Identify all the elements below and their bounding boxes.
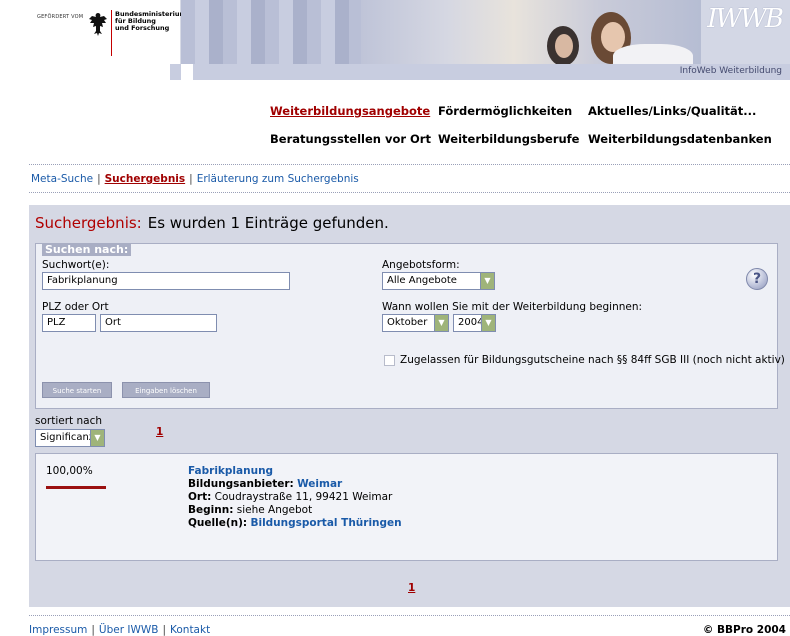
subnav-suchergebnis[interactable]: Suchergebnis: [105, 173, 186, 185]
nav-item-weiterbildungsberufe[interactable]: Weiterbildungsberufe: [438, 132, 579, 146]
breadcrumb: Meta-Suche | Suchergebnis | Erläuterung zum …: [31, 173, 359, 185]
location-label: PLZ oder Ort: [42, 301, 109, 313]
sort-select[interactable]: Significanz ▼: [35, 429, 105, 447]
divider: [29, 615, 790, 616]
person-shirt: [613, 44, 693, 64]
iwwb-logo-area[interactable]: IWWB: [701, 0, 790, 64]
result-panel: Suchergebnis: Es wurden 1 Einträge gefund…: [29, 205, 790, 607]
keyword-input[interactable]: Fabrikplanung: [42, 272, 290, 290]
start-label: Beginn:: [188, 504, 234, 516]
copyright: © BBPro 2004: [702, 624, 786, 636]
header-banner: GEFÖRDERT VOM Bundesministerium für Bild…: [0, 0, 790, 80]
chevron-down-icon: ▼: [434, 315, 448, 331]
year-select[interactable]: 2004 ▼: [453, 314, 496, 332]
nav-item-foerdermoeglichkeiten[interactable]: Fördermöglichkeiten: [438, 104, 572, 118]
offer-select[interactable]: Alle Angebote ▼: [382, 272, 495, 290]
divider: [29, 192, 790, 193]
entry-provider: Bildungsanbieter: Weimar: [188, 478, 402, 491]
start-label: Wann wollen Sie mit der Weiterbildung be…: [382, 301, 643, 313]
footer-kontakt-link[interactable]: Kontakt: [170, 624, 210, 636]
list-item: Fabrikplanung Bildungsanbieter: Weimar O…: [188, 465, 402, 530]
search-legend: Suchen nach:: [42, 243, 132, 256]
bmbf-logo[interactable]: GEFÖRDERT VOM Bundesministerium für Bild…: [29, 0, 186, 64]
divider: [29, 164, 790, 165]
offer-label: Angebotsform:: [382, 259, 460, 271]
result-heading: Suchergebnis: Es wurden 1 Einträge gefund…: [35, 214, 389, 232]
result-heading-label: Suchergebnis:: [35, 214, 142, 232]
header-strip-left: [0, 64, 170, 80]
search-start-button[interactable]: Suche starten: [42, 382, 112, 398]
sort-select-value: Significanz: [40, 432, 95, 443]
subnav-separator: |: [189, 173, 193, 185]
relevance-bar-fill: [46, 486, 106, 489]
year-select-value: 2004: [458, 317, 484, 328]
chevron-down-icon: ▼: [90, 430, 104, 446]
pagination-page-top[interactable]: 1: [156, 426, 163, 438]
subnav-erlaeuterung[interactable]: Erläuterung zum Suchergebnis: [197, 173, 359, 185]
relevance-score: 100,00%: [46, 465, 93, 477]
chevron-down-icon: ▼: [480, 273, 494, 289]
federal-eagle-icon: [89, 13, 107, 36]
help-icon[interactable]: ?: [746, 268, 768, 290]
footer-ueber-link[interactable]: Über IWWB: [99, 624, 159, 636]
nav-item-weiterbildungsdatenbanken[interactable]: Weiterbildungsdatenbanken: [588, 132, 772, 146]
location-label: Ort:: [188, 491, 212, 503]
banner-photo: [361, 0, 701, 64]
ort-input[interactable]: Ort: [100, 314, 217, 332]
iwwb-logo: IWWB: [707, 4, 784, 34]
footer-separator: |: [162, 624, 166, 636]
source-label: Quelle(n):: [188, 517, 248, 529]
entry-source: Quelle(n): Bildungsportal Thüringen: [188, 517, 402, 530]
location-value: Coudraystraße 11, 99421 Weimar: [214, 491, 393, 503]
gefoerdert-label: GEFÖRDERT VOM: [37, 14, 84, 20]
pagination-page-bottom[interactable]: 1: [408, 582, 415, 594]
search-form: Suchen nach: Suchwort(e): Fabrikplanung …: [35, 243, 785, 409]
subnav-meta-suche[interactable]: Meta-Suche: [31, 173, 93, 185]
infoweb-label: InfoWeb Weiterbildung: [679, 66, 782, 76]
voucher-checkbox[interactable]: [384, 355, 395, 366]
nav-item-aktuelles[interactable]: Aktuelles/Links/Qualität...: [588, 104, 756, 118]
result-list: 100,00% Fabrikplanung Bildungsanbieter: …: [35, 453, 778, 561]
voucher-label: Zugelassen für Bildungsgutscheine nach §…: [400, 354, 785, 366]
provider-label: Bildungsanbieter:: [188, 478, 294, 490]
entry-start: Beginn: siehe Angebot: [188, 504, 402, 517]
provider-link[interactable]: Weimar: [297, 478, 342, 490]
footer-impressum-link[interactable]: Impressum: [29, 624, 87, 636]
entry-location: Ort: Coudraystraße 11, 99421 Weimar: [188, 491, 402, 504]
logo-divider: [111, 10, 112, 56]
start-value: siehe Angebot: [236, 504, 313, 516]
person-face: [555, 34, 573, 58]
banner-stripes: [181, 0, 361, 64]
subnav-separator: |: [97, 173, 101, 185]
chevron-down-icon: ▼: [481, 315, 495, 331]
plz-input[interactable]: PLZ: [42, 314, 96, 332]
nav-item-beratungsstellen[interactable]: Beratungsstellen vor Ort: [270, 132, 431, 146]
result-heading-text: Es wurden 1 Einträge gefunden.: [147, 214, 389, 232]
footer-links: Impressum | Über IWWB | Kontakt: [29, 624, 210, 636]
header-strip-gap: [181, 64, 193, 80]
keyword-label: Suchwort(e):: [42, 259, 110, 271]
source-link[interactable]: Bildungsportal Thüringen: [250, 517, 401, 529]
month-select-value: Oktober: [387, 317, 428, 328]
sort-label: sortiert nach: [35, 415, 102, 427]
entry-title-link[interactable]: Fabrikplanung: [188, 465, 402, 478]
month-select[interactable]: Oktober ▼: [382, 314, 449, 332]
relevance-bar: [46, 486, 106, 489]
ministry-name: Bundesministerium für Bildung und Forsch…: [115, 10, 187, 32]
offer-select-value: Alle Angebote: [387, 275, 457, 286]
clear-input-button[interactable]: Eingaben löschen: [122, 382, 210, 398]
footer-separator: |: [91, 624, 95, 636]
nav-item-weiterbildungsangebote[interactable]: Weiterbildungsangebote: [270, 104, 430, 118]
